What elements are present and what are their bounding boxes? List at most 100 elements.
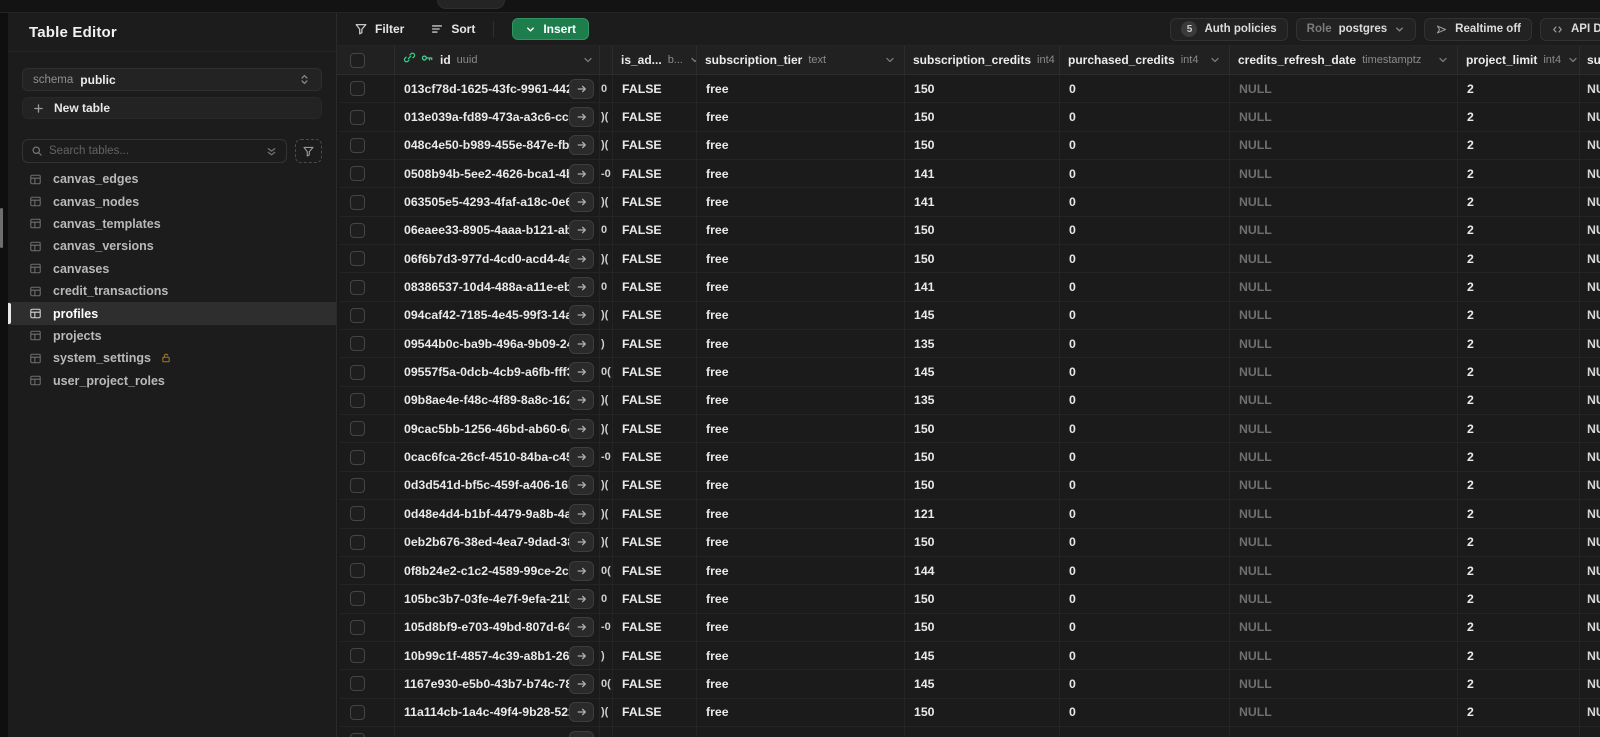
cell-tier[interactable]: free [697,386,905,415]
cell-id[interactable]: 0d3d541d-bf5c-459f-a406-16b93... [395,471,600,500]
row-checkbox[interactable] [350,81,365,97]
cell-credits[interactable]: 145 [905,358,1060,386]
chevron-down-icon[interactable] [1437,54,1449,66]
cell-clip[interactable]: -0 [600,443,613,471]
cell-select[interactable] [340,641,395,670]
sidebar-item-user_project_roles[interactable]: user_project_roles [8,370,336,392]
cell-credits[interactable]: 141 [905,273,1060,301]
cell-select[interactable] [340,301,395,330]
cell-refresh[interactable]: NULL [1230,528,1458,556]
cell-select[interactable] [340,726,395,737]
cell-purchased[interactable]: 0 [1060,75,1230,103]
cell-limit[interactable]: 2 [1458,301,1580,330]
cell-credits[interactable]: 150 [905,613,1060,641]
cell-purchased[interactable]: 0 [1060,216,1230,245]
row-checkbox[interactable] [350,421,365,437]
cell-id[interactable]: 09b8ae4e-f48c-4f89-8a8c-1629b... [395,386,600,415]
cell-clip[interactable]: )( [600,500,613,528]
cell-limit[interactable]: 2 [1458,75,1580,103]
cell-purchased[interactable]: 0 [1060,358,1230,386]
cell-last[interactable]: NU [1580,75,1600,102]
cell-purchased[interactable]: 0 [1060,556,1230,585]
cell-clip[interactable]: )( [600,301,613,330]
cell-credits[interactable]: 135 [905,330,1060,358]
cell-credits[interactable]: 150 [905,415,1060,443]
cell-is_admin[interactable]: FALSE [613,188,697,216]
cell-select[interactable] [340,415,395,443]
cell-credits[interactable] [905,726,1060,737]
cell-clip[interactable]: ) [600,330,613,358]
cell-credits[interactable]: 150 [905,698,1060,726]
sidebar-item-profiles[interactable]: profiles [8,302,336,325]
cell-refresh[interactable]: NULL [1230,216,1458,245]
cell-clip[interactable]: -0 [600,613,613,641]
cell-last[interactable]: NU [1580,273,1600,300]
cell-last[interactable]: NU [1580,160,1600,187]
cell-id[interactable]: 06f6b7d3-977d-4cd0-acd4-4a78... [395,245,600,273]
cell-last[interactable]: NU [1580,585,1600,612]
cell-refresh[interactable]: NULL [1230,613,1458,641]
cell-refresh[interactable]: NULL [1230,245,1458,273]
column-header-clip[interactable] [600,46,613,74]
row-checkbox[interactable] [350,534,365,550]
cell-last[interactable]: NU [1580,415,1600,442]
expand-row-button[interactable] [569,588,594,609]
cell-id[interactable]: 09cac5bb-1256-46bd-ab60-64ed... [395,415,600,443]
row-checkbox[interactable] [350,449,365,465]
cell-purchased[interactable]: 0 [1060,613,1230,641]
expand-row-button[interactable] [569,503,594,524]
row-checkbox[interactable] [350,251,365,267]
cell-select[interactable] [340,670,395,698]
cell-id[interactable]: 013e039a-fd89-473a-a3c6-ccfa9... [395,103,600,131]
expand-row-button[interactable] [569,192,594,213]
row-checkbox[interactable] [350,222,365,238]
cell-is_admin[interactable]: FALSE [613,641,697,670]
cell-tier[interactable]: free [697,528,905,556]
cell-is_admin[interactable]: FALSE [613,613,697,641]
cell-tier[interactable]: free [697,471,905,500]
cell-select[interactable] [340,245,395,273]
table-row[interactable]: 09cac5bb-1256-46bd-ab60-64ed...)(FALSEfr… [340,415,1600,444]
cell-id[interactable] [395,726,600,737]
cell-id[interactable]: 08386537-10d4-488a-a11e-eb5a6... [395,273,600,301]
cell-clip[interactable]: ) [600,641,613,670]
cell-clip[interactable]: )( [600,188,613,216]
cell-purchased[interactable]: 0 [1060,301,1230,330]
cell-is_admin[interactable]: FALSE [613,443,697,471]
cell-purchased[interactable]: 0 [1060,330,1230,358]
cell-purchased[interactable]: 0 [1060,131,1230,160]
new-table-button[interactable]: New table [22,97,322,119]
cell-limit[interactable]: 2 [1458,670,1580,698]
cell-tier[interactable]: free [697,216,905,245]
column-header-is_admin[interactable]: is_ad... b... [613,46,697,74]
table-row[interactable]: 06eaee33-8905-4aaa-b121-ab552...0FALSEfr… [340,216,1600,246]
cell-limit[interactable]: 2 [1458,216,1580,245]
table-row[interactable]: 013e039a-fd89-473a-a3c6-ccfa9...)(FALSEf… [340,103,1600,132]
cell-credits[interactable]: 150 [905,585,1060,613]
expand-row-button[interactable] [569,277,594,298]
cell-tier[interactable] [697,726,905,737]
cell-last[interactable]: NU [1580,387,1600,414]
cell-tier[interactable]: free [697,641,905,670]
cell-limit[interactable]: 2 [1458,698,1580,726]
cell-last[interactable]: NU [1580,302,1600,329]
cell-select[interactable] [340,500,395,528]
cell-is_admin[interactable]: FALSE [613,103,697,131]
cell-purchased[interactable]: 0 [1060,188,1230,216]
row-checkbox[interactable] [350,477,365,493]
cell-id[interactable]: 105bc3b7-03fe-4e7f-9efa-21bb40... [395,585,600,613]
cell-select[interactable] [340,358,395,386]
cell-refresh[interactable]: NULL [1230,273,1458,301]
cell-tier[interactable]: free [697,670,905,698]
cell-select[interactable] [340,131,395,160]
column-header-purchased[interactable]: purchased_credits int4 [1060,46,1230,74]
cell-id[interactable]: 0f8b24e2-c1c2-4589-99ce-2c52d... [395,556,600,585]
row-checkbox[interactable] [350,392,365,408]
expand-row-button[interactable] [569,532,594,553]
cell-last[interactable] [1580,727,1600,737]
cell-id[interactable]: 094caf42-7185-4e45-99f3-14abee... [395,301,600,330]
cell-is_admin[interactable]: FALSE [613,585,697,613]
cell-is_admin[interactable]: FALSE [613,75,697,103]
sidebar-item-projects[interactable]: projects [8,325,336,347]
cell-limit[interactable]: 2 [1458,415,1580,443]
